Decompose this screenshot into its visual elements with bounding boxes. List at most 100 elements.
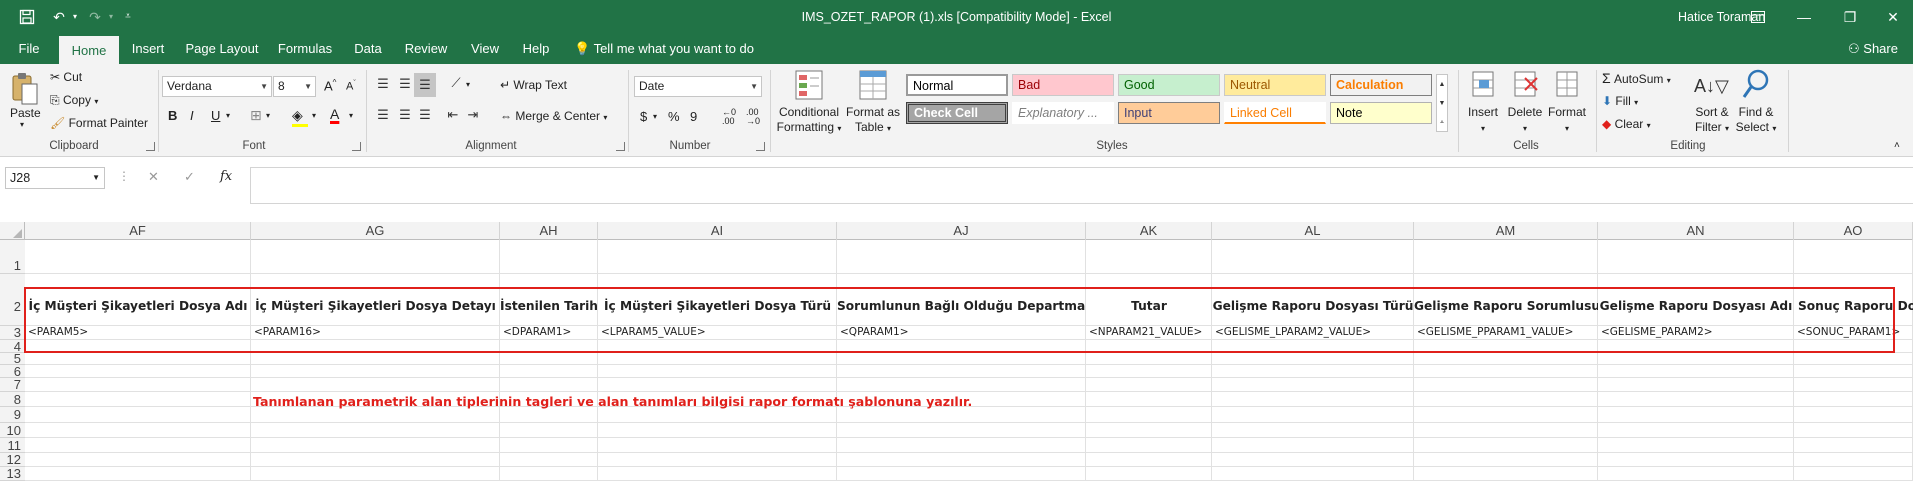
styles-gallery-scroll[interactable]: ▲ ▼ ⩡ [1436,74,1448,132]
tab-insert[interactable]: Insert [124,34,172,64]
conditional-formatting-button[interactable]: Conditional Formatting ▾ [776,105,842,136]
font-color-dropdown-icon[interactable]: ▾ [349,111,353,120]
decrease-decimal-icon[interactable]: .00 →0 [746,108,760,126]
tab-help[interactable]: Help [516,34,556,64]
style-input[interactable]: Input [1118,102,1220,124]
percent-button[interactable]: % [668,109,680,124]
conditional-formatting-icon[interactable] [794,70,824,102]
orientation-icon[interactable]: ⟋ [446,75,466,91]
font-color-icon[interactable]: A [330,106,339,122]
minimize-icon[interactable]: — [1781,0,1827,34]
align-left-icon[interactable]: ☰ [374,107,392,123]
wrap-text-button[interactable]: ↵ Wrap Text [500,78,567,92]
copy-button[interactable]: ⎘ Copy ▾ [50,93,98,108]
find-select-button[interactable]: Find & Select ▾ [1734,105,1778,136]
style-check-cell[interactable]: Check Cell [906,102,1008,124]
tab-data[interactable]: Data [346,34,390,64]
row-header-13[interactable]: 13 [0,467,25,481]
tab-view[interactable]: View [462,34,508,64]
increase-decimal-icon[interactable]: ←0.00 [722,108,736,126]
name-box[interactable]: J28 ▼ [5,167,105,189]
worksheet-grid[interactable]: AF AG AH AI AJ AK AL AM AN AO 1 2 3 4 5 6 7 8 9 10 11 12 13 İ… [0,222,1913,481]
row-header-10[interactable]: 10 [0,423,25,438]
magnifier-icon[interactable] [1740,68,1772,102]
number-format-dropdown[interactable]: Date ▼ [634,76,762,97]
enter-icon[interactable]: ✓ [184,169,195,185]
style-linked-cell[interactable]: Linked Cell [1224,102,1326,124]
column-header-af[interactable]: AF [25,222,251,240]
column-header-ah[interactable]: AH [500,222,598,240]
restore-icon[interactable]: ❐ [1827,0,1873,34]
tab-home[interactable]: Home [59,36,119,64]
bold-button[interactable]: B [168,108,177,123]
row-header-2[interactable]: 2 [0,274,25,326]
insert-cells-button[interactable]: Insert ▾ [1463,105,1503,136]
ribbon-display-options-icon[interactable] [1735,0,1781,34]
column-header-ak[interactable]: AK [1086,222,1212,240]
style-normal[interactable]: Normal [906,74,1008,96]
column-header-aj[interactable]: AJ [837,222,1086,240]
borders-dropdown-icon[interactable]: ▾ [266,111,270,120]
tab-file[interactable]: File [10,34,48,64]
share-button[interactable]: ⚇ Share [1848,34,1898,64]
grow-font-icon[interactable]: A^ [324,78,336,93]
style-bad[interactable]: Bad [1012,74,1114,96]
fill-button[interactable]: ⬇ Fill ▾ [1602,94,1638,108]
paste-dropdown-icon[interactable]: ▾ [20,120,24,129]
style-note[interactable]: Note [1330,102,1432,124]
align-middle-icon[interactable]: ☰ [396,76,414,92]
column-header-ag[interactable]: AG [251,222,500,240]
tab-formulas[interactable]: Formulas [272,34,338,64]
delete-cells-button[interactable]: Delete ▾ [1505,105,1545,136]
format-cells-icon[interactable] [1552,70,1582,102]
borders-icon[interactable]: ⊞ [250,107,262,124]
style-neutral[interactable]: Neutral [1224,74,1326,96]
tell-me-search[interactable]: 💡 Tell me what you want to do [574,34,754,64]
tab-review[interactable]: Review [398,34,454,64]
style-good[interactable]: Good [1118,74,1220,96]
style-calculation[interactable]: Calculation [1330,74,1432,96]
row-header-1[interactable]: 1 [0,240,25,274]
currency-button[interactable]: $ [640,109,647,124]
row-header-4[interactable]: 4 [0,340,25,353]
tab-page-layout[interactable]: Page Layout [180,34,264,64]
select-all-corner[interactable] [0,222,25,240]
close-icon[interactable]: ✕ [1873,0,1913,34]
column-header-an[interactable]: AN [1598,222,1794,240]
row-header-9[interactable]: 9 [0,407,25,423]
row-header-7[interactable]: 7 [0,378,25,392]
delete-cells-icon[interactable] [1510,70,1540,102]
insert-function-button[interactable]: fx [220,169,232,184]
paste-label[interactable]: Paste [10,106,41,120]
align-center-icon[interactable]: ☰ [396,107,414,123]
alignment-launcher-icon[interactable] [616,142,625,151]
shrink-font-icon[interactable]: Aˇ [346,80,356,93]
align-bottom-icon[interactable]: ☰ [414,73,436,97]
clipboard-launcher-icon[interactable] [146,142,155,151]
row-header-3[interactable]: 3 [0,326,25,340]
autosum-button[interactable]: Σ AutoSum ▾ [1602,70,1671,86]
format-cells-button[interactable]: Format ▾ [1545,105,1589,136]
font-size-dropdown[interactable]: 8 ▼ [273,76,316,97]
insert-cells-icon[interactable] [1468,70,1498,102]
row-header-5[interactable]: 5 [0,352,25,365]
column-header-ai[interactable]: AI [598,222,837,240]
row-header-6[interactable]: 6 [0,365,25,378]
format-as-table-button[interactable]: Format as Table ▾ [844,105,902,136]
number-launcher-icon[interactable] [756,142,765,151]
format-as-table-icon[interactable] [858,70,888,102]
fill-color-dropdown-icon[interactable]: ▾ [312,111,316,120]
column-header-al[interactable]: AL [1212,222,1414,240]
cut-button[interactable]: ✂ Cut [50,70,82,84]
row-header-8[interactable]: 8 [0,392,25,407]
font-launcher-icon[interactable] [352,142,361,151]
sort-filter-button[interactable]: Sort & Filter ▾ [1690,105,1734,136]
column-header-ao[interactable]: AO [1794,222,1913,240]
clear-button[interactable]: ◆ Clear ▾ [1602,117,1651,131]
align-top-icon[interactable]: ☰ [374,76,392,92]
collapse-ribbon-icon[interactable]: ˄ [1894,140,1900,151]
fill-color-icon[interactable]: ◈ [292,107,308,127]
cancel-icon[interactable]: ✕ [148,169,159,185]
formula-input[interactable] [250,167,1913,204]
font-name-dropdown[interactable]: Verdana ▼ [162,76,272,97]
